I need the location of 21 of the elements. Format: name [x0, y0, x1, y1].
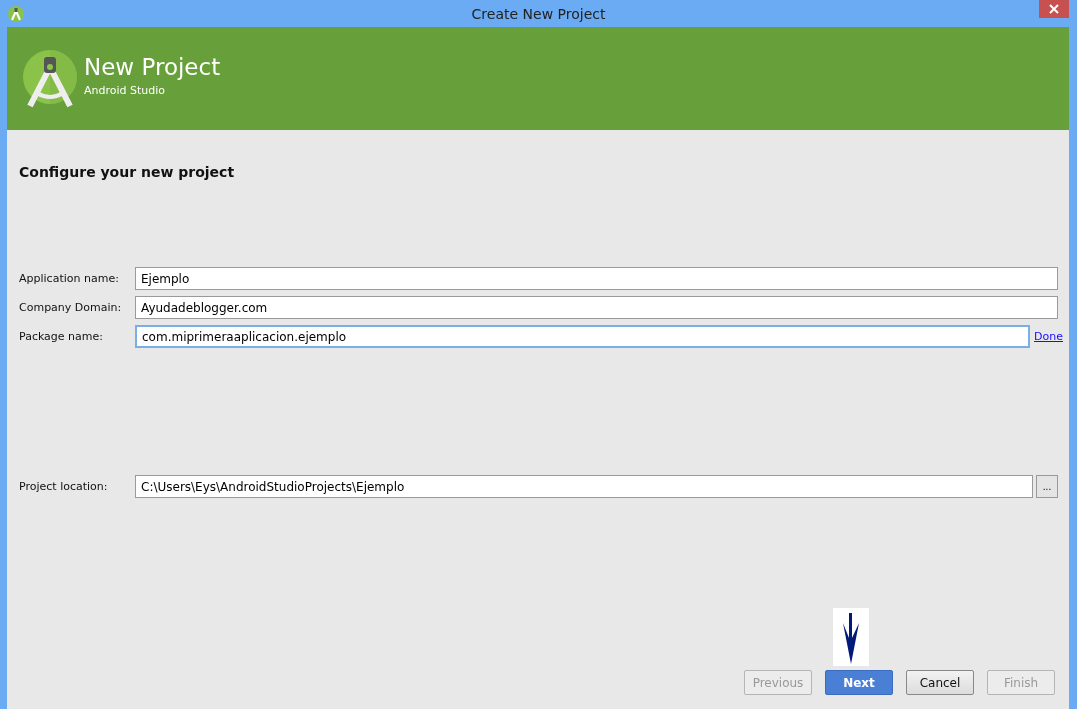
arrow-drawing: [833, 608, 869, 666]
field-label: Package name:: [19, 330, 104, 343]
close-button[interactable]: [1039, 0, 1069, 18]
text-field[interactable]: Ayudadeblogger.com: [135, 296, 1058, 319]
field-label: Project location:: [19, 480, 109, 493]
text-field[interactable]: com.miprimeraaplicacion.ejemplo: [135, 325, 1031, 348]
page-heading: Configure your new project: [19, 164, 236, 180]
field-label: Application name:: [19, 272, 120, 285]
browse-button[interactable]: ...: [1036, 475, 1058, 498]
window-title: Create New Project: [471, 5, 606, 22]
dialog-button[interactable]: Cancel: [906, 670, 974, 695]
location-field[interactable]: C:\Users\Eys\AndroidStudioProjects\Ejemplo: [135, 475, 1033, 498]
android-studio-icon: [8, 5, 24, 22]
field-label: Company Domain:: [19, 301, 123, 314]
dialog-button[interactable]: Next: [825, 670, 893, 695]
android-studio-logo: [22, 48, 78, 109]
close-icon: [1049, 4, 1059, 14]
header-title: New Project: [84, 54, 221, 80]
done-link[interactable]: Done: [1034, 330, 1063, 343]
text-field[interactable]: Ejemplo: [135, 267, 1058, 290]
header-subtitle: Android Studio: [84, 84, 167, 97]
